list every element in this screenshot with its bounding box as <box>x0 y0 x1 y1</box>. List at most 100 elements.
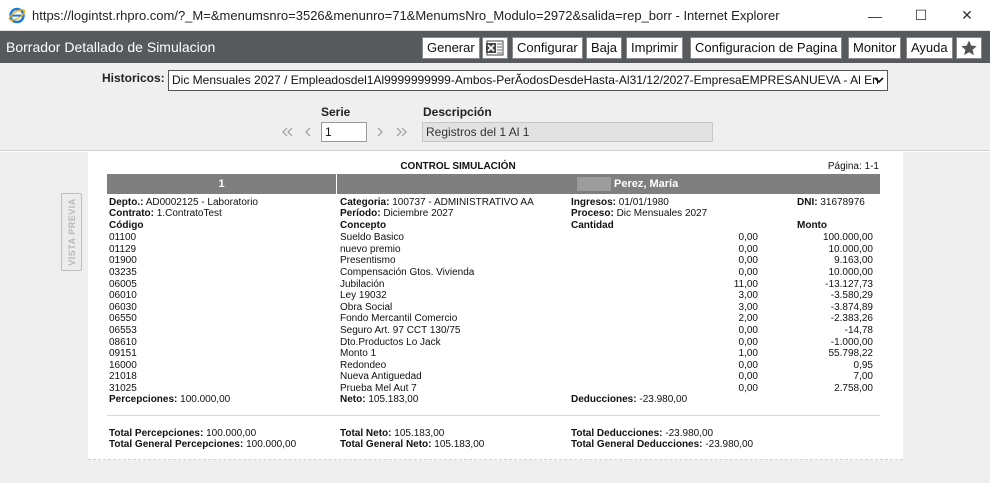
cell-monto: 100.000,00 <box>822 232 873 243</box>
cell-monto: -3.580,29 <box>830 290 873 302</box>
filter-panel: Historicos: Dic Mensuales 2027 / Emplead… <box>0 63 990 151</box>
cell-monto: 7,00 <box>853 371 873 383</box>
historicos-select[interactable]: Dic Mensuales 2027 / Empleadosdel1Al9999… <box>168 70 888 91</box>
excel-icon <box>486 40 504 56</box>
cell-codigo: 09151 <box>109 348 137 360</box>
cell-concepto: nuevo premio <box>340 243 401 255</box>
cell-cantidad: 3,00 <box>738 290 758 302</box>
cell-monto: 10.000,00 <box>828 266 874 278</box>
dni-field: DNI: 31678976 <box>797 197 865 208</box>
imprimir-button[interactable]: Imprimir <box>626 37 683 59</box>
favorite-button[interactable] <box>956 37 982 59</box>
cell-monto: 2.758,00 <box>834 383 873 395</box>
descripcion-field: Registros del 1 Al 1 <box>422 122 713 142</box>
chevron-down-icon <box>874 77 884 84</box>
cell-concepto: Dto.Productos Lo Jack <box>340 336 441 348</box>
report-content-area: VISTA PREVIA CONTROL SIMULACIÓN Página: … <box>0 152 990 483</box>
percepciones-summary: Percepciones: 100.000,00 <box>109 394 231 405</box>
vista-previa-label: VISTA PREVIA <box>66 198 77 266</box>
total-neto: Total Neto: 105.183,00 <box>340 428 445 439</box>
total-percepciones: Total Percepciones: 100.000,00 <box>109 428 257 439</box>
serie-input[interactable]: 1 <box>321 122 367 142</box>
cell-cantidad: 0,00 <box>738 383 758 395</box>
categoria-field: Categoria: 100737 - ADMINISTRATIVO AA <box>340 197 534 208</box>
cell-codigo: 06010 <box>109 290 137 302</box>
employee-name: Perez, María <box>614 178 679 190</box>
cell-monto: -13.127,73 <box>825 278 873 290</box>
cell-cantidad: 2,00 <box>738 313 758 325</box>
report-page: CONTROL SIMULACIÓN Página: 1-1 1 Perez, … <box>88 152 903 460</box>
depto-field: Depto.: AD0002125 - Laboratorio <box>109 197 258 208</box>
cell-cantidad: 1,00 <box>738 348 758 360</box>
total-general-deducciones: Total General Deducciones: -23.980,00 <box>571 439 754 450</box>
cell-codigo: 06550 <box>109 313 137 325</box>
historicos-label: Historicos: <box>102 71 165 85</box>
contrato-field: Contrato: 1.ContratoTest <box>109 208 222 219</box>
page-title: Borrador Detallado de Simulacion <box>6 39 216 55</box>
cell-cantidad: 0,00 <box>738 243 758 255</box>
column-header-cantidad: Cantidad <box>571 220 614 231</box>
first-page-icon[interactable] <box>281 126 293 138</box>
cell-concepto: Obra Social <box>340 301 393 313</box>
previous-page-icon[interactable] <box>303 126 313 138</box>
next-page-icon[interactable] <box>375 126 385 138</box>
cell-monto: -1.000,00 <box>830 336 873 348</box>
ingresos-field: Ingresos: 01/01/1980 <box>571 197 669 208</box>
generar-button[interactable]: Generar <box>422 37 480 59</box>
total-deducciones: Total Deducciones: -23.980,00 <box>571 428 714 439</box>
report-page-number: Página: 1-1 <box>827 161 879 172</box>
deducciones-summary: Deducciones: -23.980,00 <box>571 394 688 405</box>
internet-explorer-icon <box>8 7 26 24</box>
excel-button[interactable] <box>482 37 508 59</box>
descripcion-label: Descripción <box>423 105 492 119</box>
cell-cantidad: 0,00 <box>738 255 758 267</box>
window-titlebar: https://logintst.rhpro.com/?_M=&menumsnr… <box>0 0 990 31</box>
cell-codigo: 06005 <box>109 278 137 290</box>
cell-monto: 55.798,22 <box>828 348 874 360</box>
cell-codigo: 31025 <box>109 383 137 395</box>
minimize-icon: — <box>868 7 882 24</box>
last-page-icon[interactable] <box>396 126 408 138</box>
vista-previa-button[interactable]: VISTA PREVIA <box>61 193 82 271</box>
cell-concepto: Sueldo Basico <box>340 232 404 243</box>
cell-concepto: Presentismo <box>340 255 396 267</box>
cell-concepto: Redondeo <box>340 359 387 371</box>
cell-cantidad: 3,00 <box>738 301 758 313</box>
divider <box>107 415 880 416</box>
cell-codigo: 08610 <box>109 336 137 348</box>
cell-monto: -2.383,26 <box>830 313 873 325</box>
cell-codigo: 16000 <box>109 359 137 371</box>
maximize-button[interactable]: ☐ <box>898 0 944 31</box>
window-title: https://logintst.rhpro.com/?_M=&menumsnr… <box>32 8 780 23</box>
cell-cantidad: 0,00 <box>738 266 758 278</box>
cell-cantidad: 0,00 <box>738 336 758 348</box>
cell-monto: 0,95 <box>853 359 873 371</box>
star-icon <box>961 40 977 56</box>
cell-concepto: Fondo Mercantil Comercio <box>340 313 458 325</box>
configuracion-pagina-button[interactable]: Configuracion de Pagina <box>690 37 843 59</box>
cell-codigo: 01900 <box>109 255 137 267</box>
column-header-concepto: Concepto <box>340 220 387 231</box>
close-icon: ✕ <box>961 7 973 23</box>
close-button[interactable]: ✕ <box>944 0 990 31</box>
cell-cantidad: 0,00 <box>738 232 758 243</box>
cell-concepto: Prueba Mel Aut 7 <box>340 383 417 395</box>
cell-concepto: Monto 1 <box>340 348 377 360</box>
configurar-button[interactable]: Configurar <box>512 37 583 59</box>
ayuda-button[interactable]: Ayuda <box>906 37 953 59</box>
minimize-button[interactable]: — <box>852 0 898 31</box>
cell-codigo: 06030 <box>109 301 137 313</box>
periodo-field: Período: Diciembre 2027 <box>340 208 454 219</box>
cell-monto: -14,78 <box>844 325 873 336</box>
cell-codigo: 01100 <box>109 232 137 243</box>
baja-button[interactable]: Baja <box>586 37 623 59</box>
monitor-button[interactable]: Monitor <box>848 37 902 59</box>
historicos-value: Dic Mensuales 2027 / Empleadosdel1Al9999… <box>172 73 879 87</box>
employee-header-bar: 1 Perez, María <box>107 174 880 194</box>
app-header: Borrador Detallado de Simulacion Generar… <box>0 31 990 63</box>
cell-codigo: 21018 <box>109 371 137 383</box>
cell-codigo: 01129 <box>109 243 137 255</box>
cell-cantidad: 0,00 <box>738 325 758 336</box>
maximize-icon: ☐ <box>914 7 928 23</box>
cell-codigo: 03235 <box>109 266 137 278</box>
